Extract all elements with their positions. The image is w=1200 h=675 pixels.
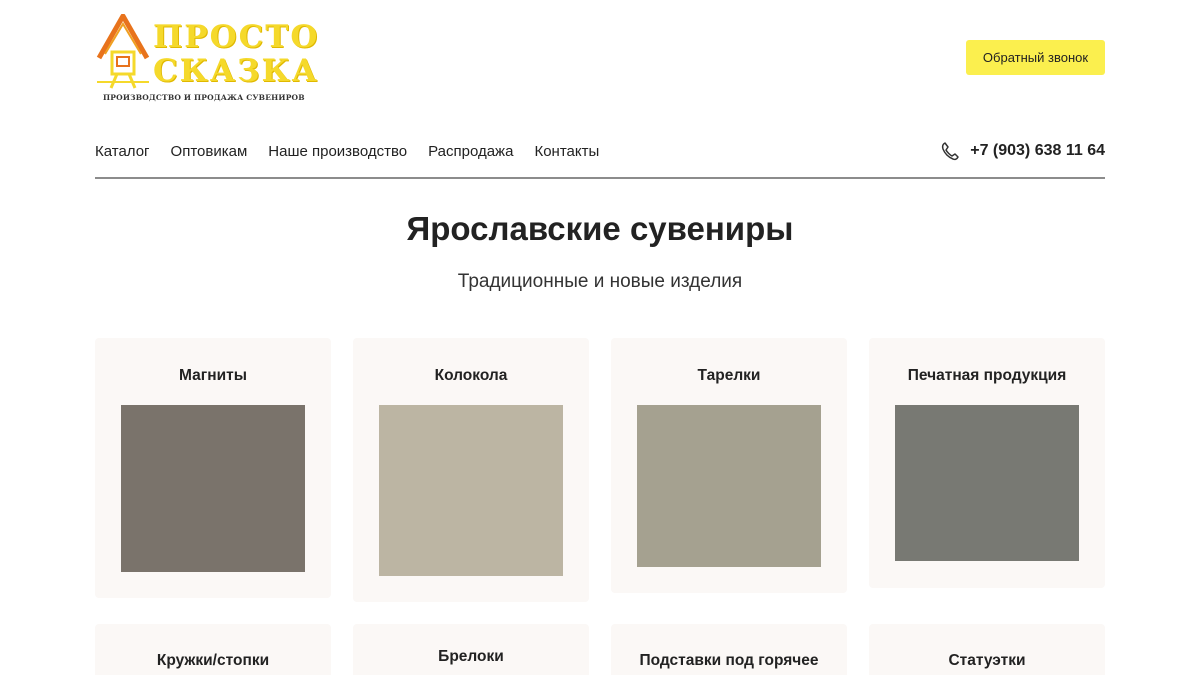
category-card-image — [637, 405, 821, 567]
category-card-title: Брелоки — [438, 648, 504, 665]
category-card-mugs[interactable]: Кружки/стопки — [95, 624, 331, 675]
nav-item-production[interactable]: Наше производство — [268, 143, 407, 160]
site-logo[interactable]: ПРОСТО СКАЗКА ПРОИЗВОДСТВО И ПРОДАЖА СУВ… — [95, 12, 317, 107]
nav-item-sale[interactable]: Распродажа — [428, 143, 513, 160]
callback-button[interactable]: Обратный звонок — [966, 40, 1105, 75]
page-title: Ярославские сувениры — [406, 210, 794, 247]
category-card-title: Колокола — [434, 367, 508, 384]
main-nav: Каталог Оптовикам Наше производство Расп… — [95, 143, 620, 160]
phone-number[interactable]: +7 (903) 638 11 64 — [970, 142, 1105, 160]
logo-text-line1: ПРОСТО — [153, 19, 320, 55]
phone-contact[interactable]: +7 (903) 638 11 64 — [940, 141, 1105, 161]
category-card-title: Статуэтки — [948, 652, 1026, 669]
category-card-title: Кружки/стопки — [156, 652, 270, 669]
category-card-magnets[interactable]: Магниты — [95, 338, 331, 598]
page-subtitle: Традиционные и новые изделия — [457, 271, 743, 292]
category-card-figurines[interactable]: Статуэтки — [869, 624, 1105, 675]
nav-item-wholesale[interactable]: Оптовикам — [171, 143, 248, 160]
category-card-title: Тарелки — [697, 367, 761, 384]
category-card-title: Подставки под горячее — [639, 652, 819, 669]
nav-item-catalog[interactable]: Каталог — [95, 143, 150, 160]
phone-icon — [942, 142, 959, 161]
site-header: ПРОСТО СКАЗКА ПРОИЗВОДСТВО И ПРОДАЖА СУВ… — [95, 0, 1105, 180]
category-card-printed[interactable]: Печатная продукция — [869, 338, 1105, 588]
logo-text-line2: СКАЗКА — [153, 53, 319, 89]
header-divider — [95, 177, 1105, 179]
category-card-plates[interactable]: Тарелки — [611, 338, 847, 593]
category-card-title: Печатная продукция — [907, 367, 1067, 384]
category-card-bells[interactable]: Колокола — [353, 338, 589, 602]
logo-tagline: ПРОИЗВОДСТВО И ПРОДАЖА СУВЕНИРОВ — [103, 93, 305, 102]
category-card-image — [895, 405, 1079, 561]
category-card-image — [379, 405, 563, 576]
nav-item-contacts[interactable]: Контакты — [534, 143, 599, 160]
category-card-trivets[interactable]: Подставки под горячее — [611, 624, 847, 675]
category-card-keychains[interactable]: Брелоки — [353, 624, 589, 675]
fairy-house-logo-icon — [96, 14, 150, 89]
category-card-image — [121, 405, 305, 572]
category-card-title: Магниты — [179, 367, 247, 384]
